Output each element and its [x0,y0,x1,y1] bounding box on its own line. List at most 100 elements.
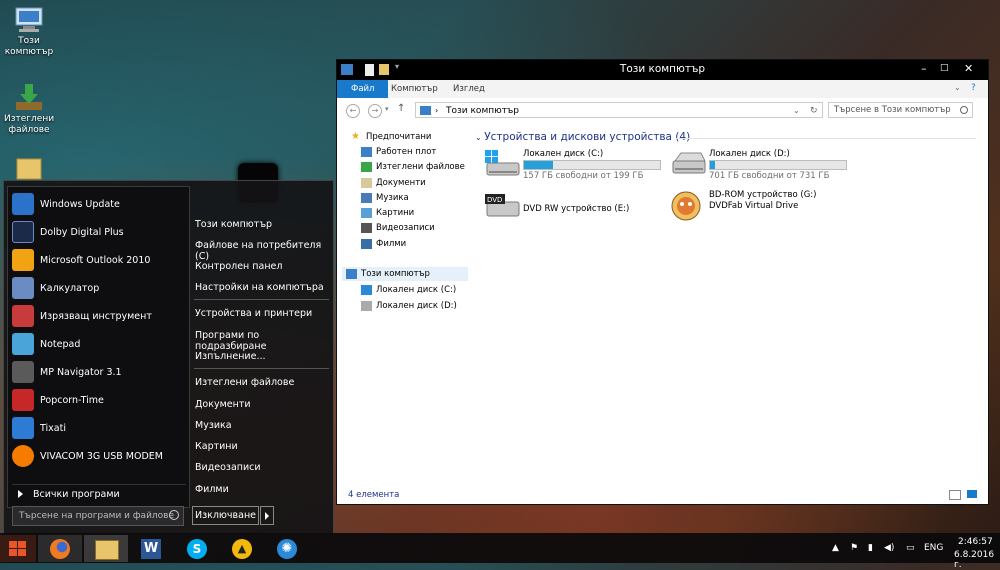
program-mp-navigator[interactable]: MP Navigator 3.1 [12,359,186,385]
nav-drive-d[interactable]: Локален диск (D:) [361,301,457,311]
start-item-run[interactable]: Изпълнение... [195,351,266,362]
firefox-icon [50,539,70,559]
drive-free-space: 701 ГБ свободни от 731 ГБ [709,171,830,181]
clock-time[interactable]: 2:46:57 [958,537,993,547]
program-label: Tixati [40,422,66,434]
forward-icon[interactable]: → [368,104,382,118]
desktop-icon [361,147,372,157]
word-icon: W [141,539,161,559]
drive-e[interactable]: DVD DVD RW устройство (E:) [483,190,663,224]
show-hidden-icons-icon[interactable]: ▲ [832,543,839,553]
desktop-icon-this-pc[interactable]: Този компютър [4,6,54,58]
search-icon [169,510,179,520]
start-search-input[interactable]: Търсене на програми и файлове [12,506,184,526]
nav-this-pc[interactable]: Този компютър [342,267,468,281]
maximize-icon[interactable]: □ [940,63,949,73]
program-snipping-tool[interactable]: Изрязващ инструмент [12,303,186,329]
chevron-down-icon: ⌄ [475,133,485,142]
taskbar-app-triangle[interactable]: ▲ [220,535,264,562]
nav-movies[interactable]: Филми [361,239,406,249]
drive-name: DVD RW устройство (E:) [523,204,630,214]
chevron-down-icon[interactable]: ⌄ [954,83,961,92]
start-item-this-pc[interactable]: Този компютър [195,219,272,230]
program-popcorn-time[interactable]: Popcorn-Time [12,387,186,413]
nav-documents[interactable]: Документи [361,178,426,188]
start-programs-panel: Windows Update Dolby Digital Plus Micros… [7,186,190,508]
program-dolby[interactable]: Dolby Digital Plus [12,219,186,245]
start-item-devices-printers[interactable]: Устройства и принтери [195,308,312,319]
program-outlook[interactable]: Microsoft Outlook 2010 [12,247,186,273]
help-icon[interactable]: ? [971,83,976,93]
nav-label: Изтеглени файлове [376,162,465,172]
nav-videos[interactable]: Видеозаписи [361,223,435,233]
start-button[interactable] [0,535,36,562]
tab-computer[interactable]: Компютър [383,82,446,96]
program-windows-update[interactable]: Windows Update [12,191,186,217]
program-calculator[interactable]: Калкулатор [12,275,186,301]
recent-locations-icon[interactable]: ▾ [385,105,389,113]
shutdown-options-button[interactable] [260,506,274,525]
start-item-music[interactable]: Музика [195,420,232,431]
file-explorer-icon [95,540,119,560]
program-notepad[interactable]: Notepad [12,331,186,357]
explorer-window: ▾ Този компютър – □ ✕ Файл Компютър Изгл… [336,59,989,505]
address-input[interactable]: › Този компютър ⌄ ↻ [415,102,823,118]
drive-c[interactable]: Локален диск (C:) 157 ГБ свободни от 199… [483,149,663,183]
network-icon[interactable]: ▮ [868,543,873,553]
start-item-documents[interactable]: Документи [195,399,251,410]
start-item-user-files[interactable]: Файлове на потребителя (C) [195,240,333,262]
language-indicator[interactable]: ENG [924,543,943,553]
close-icon[interactable]: ✕ [964,62,973,75]
start-item-videos[interactable]: Видеозаписи [195,462,261,473]
nav-music[interactable]: Музика [361,193,409,203]
back-icon[interactable]: ← [346,104,360,118]
program-tixati[interactable]: Tixati [12,415,186,441]
taskbar-app-sun[interactable]: ✺ [265,535,309,562]
taskbar-skype[interactable]: S [175,535,219,562]
desktop-icon-downloads[interactable]: Изтеглени файлове [4,82,54,136]
drive-g[interactable]: BD-ROM устройство (G:) DVDFab Virtual Dr… [669,190,889,224]
start-search-placeholder: Търсене на програми и файлове [19,511,175,521]
start-item-pictures[interactable]: Картини [195,441,238,452]
start-item-default-programs[interactable]: Програми по подразбиране [195,330,333,352]
nav-downloads[interactable]: Изтеглени файлове [361,162,465,172]
drive-d[interactable]: Локален диск (D:) 701 ГБ свободни от 731… [669,149,849,183]
program-vivacom[interactable]: VIVACOM 3G USB MODEM [12,443,186,469]
drive-name: Локален диск (C:) [523,149,604,159]
battery-icon[interactable]: ▭ [906,543,915,553]
clock-date[interactable]: 6.8.2016 г. [954,550,1000,570]
start-item-control-panel[interactable]: Контролен панел [195,261,282,272]
folder-icon [15,155,43,181]
taskbar-firefox[interactable] [38,535,82,562]
drive-usage-bar [523,160,661,170]
tab-view[interactable]: Изглед [445,82,493,96]
desktop-icon-folder[interactable] [4,155,54,183]
nav-favorites[interactable]: ★ Предпочитани [351,132,431,143]
start-item-pc-settings[interactable]: Настройки на компютъра [195,282,324,293]
title-bar[interactable]: ▾ Този компютър – □ ✕ [337,60,988,80]
nav-drive-c[interactable]: Локален диск (C:) [361,285,456,295]
all-programs-button[interactable]: Всички програми [12,484,186,503]
minimize-icon[interactable]: – [921,62,927,75]
nav-pictures[interactable]: Картини [361,208,414,218]
large-icons-view-icon[interactable] [967,490,977,498]
start-item-downloads[interactable]: Изтеглени файлове [195,377,294,388]
details-view-icon[interactable] [949,490,961,500]
address-dropdown-icon[interactable]: ⌄ [793,103,800,119]
flag-icon[interactable]: ⚑ [850,543,858,553]
videos-icon [361,223,372,233]
navigation-pane: ★ Предпочитани Работен плот Изтеглени фа… [337,122,468,487]
volume-icon[interactable]: ◀) [884,543,894,553]
refresh-icon[interactable]: ↻ [810,103,818,119]
tab-file[interactable]: Файл [337,80,389,98]
explorer-search-input[interactable]: Търсене в Този компютър [828,102,973,118]
up-arrow-icon[interactable]: ↑ [397,103,405,114]
taskbar-word[interactable]: W [130,535,174,562]
start-item-movies[interactable]: Филми [195,484,229,495]
outlook-icon [12,249,34,271]
group-header[interactable]: ⌄ Устройства и дискови устройства (4) [475,131,690,143]
shutdown-button[interactable]: Изключване [192,506,259,525]
nav-desktop[interactable]: Работен плот [361,147,436,157]
status-bar-text: 4 елемента [348,490,400,500]
taskbar-explorer[interactable] [84,535,128,562]
